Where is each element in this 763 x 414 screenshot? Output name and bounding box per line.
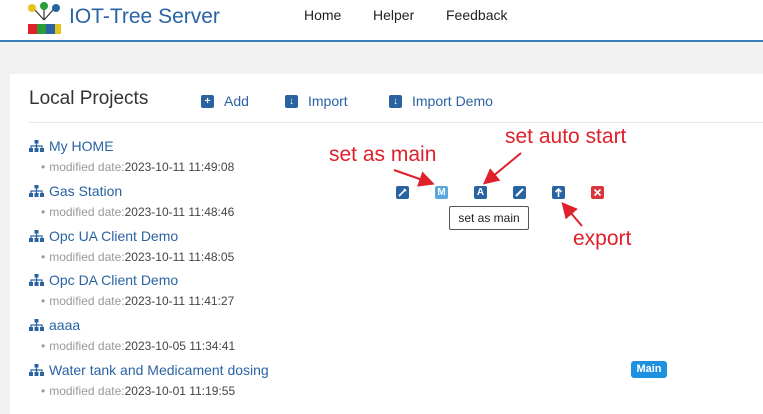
edit-icon[interactable] (396, 186, 409, 199)
project-name: Water tank and Medicament dosing (49, 362, 269, 378)
project-name: My HOME (49, 138, 114, 154)
project-link[interactable]: Opc DA Client Demo (29, 272, 178, 288)
sitemap-icon (29, 230, 44, 242)
modified-date: • modified date:2023-10-11 11:48:05 (41, 250, 235, 264)
project-name: Gas Station (49, 183, 123, 199)
sitemap-icon (29, 185, 44, 197)
annotation-set-as-main: set as main (329, 143, 437, 166)
nav-home[interactable]: Home (304, 7, 341, 23)
nav-feedback[interactable]: Feedback (446, 7, 507, 23)
modified-date: • modified date:2023-10-01 11:19:55 (41, 384, 236, 398)
project-link[interactable]: My HOME (29, 138, 114, 154)
modified-date: • modified date:2023-10-05 11:34:41 (41, 339, 236, 353)
import-button[interactable]: ↓ Import (285, 93, 348, 109)
nav-helper[interactable]: Helper (373, 7, 414, 23)
import-icon: ↓ (389, 94, 402, 108)
import-icon: ↓ (285, 94, 298, 108)
sitemap-icon (29, 319, 44, 331)
annotation-export: export (573, 227, 632, 250)
divider (29, 122, 763, 123)
top-navbar: IOT-Tree Server Home Helper Feedback (0, 0, 763, 42)
project-name: aaaa (49, 317, 81, 333)
modified-date: • modified date:2023-10-11 11:49:08 (41, 160, 235, 174)
page-title: Local Projects (29, 88, 149, 109)
import-label: Import (308, 93, 348, 109)
project-link[interactable]: Gas Station (29, 183, 122, 199)
add-label: Add (224, 93, 249, 109)
annotation-set-auto-start: set auto start (505, 125, 627, 148)
rename-icon[interactable] (513, 186, 526, 199)
project-name: Opc DA Client Demo (49, 272, 179, 288)
brand-title[interactable]: IOT-Tree Server (69, 5, 220, 29)
project-link[interactable]: Water tank and Medicament dosing (29, 362, 269, 378)
export-icon[interactable] (552, 186, 565, 199)
project-link[interactable]: aaaa (29, 317, 80, 333)
project-link[interactable]: Opc UA Client Demo (29, 228, 178, 244)
import-demo-label: Import Demo (412, 93, 493, 109)
add-button[interactable]: + Add (201, 93, 249, 109)
plus-icon: + (201, 94, 214, 108)
sitemap-icon (29, 140, 44, 152)
sitemap-icon (29, 274, 44, 286)
modified-date: • modified date:2023-10-11 11:41:27 (41, 294, 235, 308)
set-auto-start-button[interactable]: A (474, 186, 487, 199)
set-main-button[interactable]: M (435, 186, 448, 199)
import-demo-button[interactable]: ↓ Import Demo (389, 93, 493, 109)
sitemap-icon (29, 364, 44, 376)
project-name: Opc UA Client Demo (49, 228, 179, 244)
modified-date: • modified date:2023-10-11 11:48:46 (41, 205, 235, 219)
main-badge: Main (631, 361, 667, 378)
delete-icon[interactable] (591, 186, 604, 199)
tooltip: set as main (449, 206, 529, 230)
iot-tree-logo-icon[interactable] (26, 2, 62, 36)
